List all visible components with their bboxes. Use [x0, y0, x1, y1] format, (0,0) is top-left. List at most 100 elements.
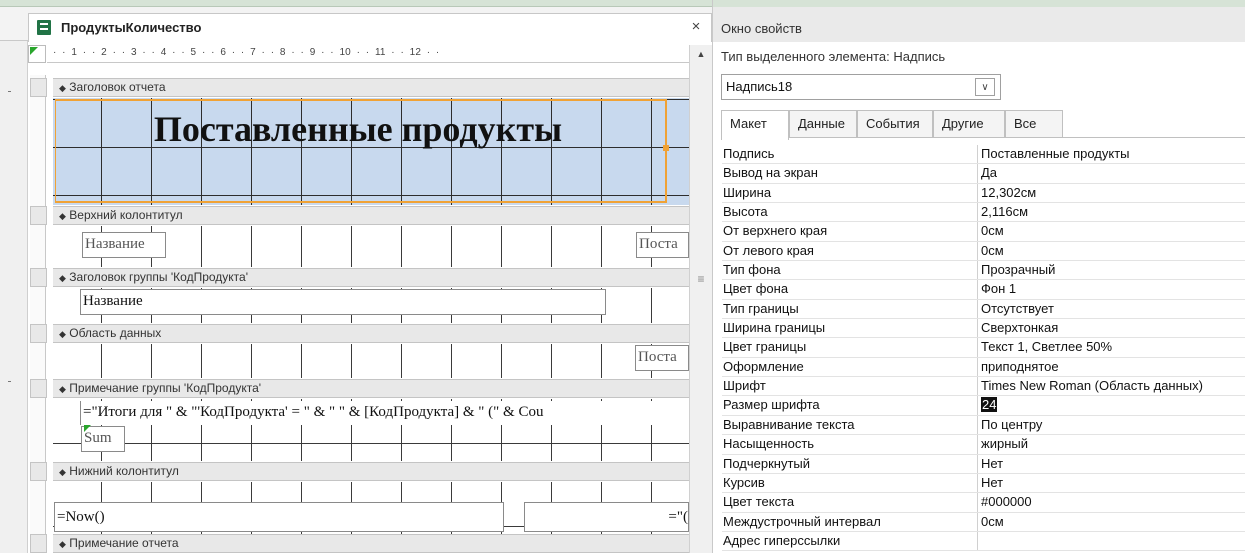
property-sheet-title: Окно свойств	[721, 21, 802, 36]
page-header-right-label[interactable]: Поста	[636, 232, 689, 258]
property-value[interactable]	[980, 532, 1245, 550]
group-header-name-field[interactable]: Название	[80, 289, 606, 315]
section-page-footer[interactable]: ◆ Нижний колонтитул	[30, 462, 689, 481]
horizontal-ruler[interactable]: · · 1 · · 2 · · 3 · · 4 · · 5 · · 6 · · …	[47, 45, 689, 63]
property-row[interactable]: Адрес гиперссылки	[722, 531, 1245, 552]
property-name: Курсив	[722, 473, 978, 493]
vertical-scrollbar[interactable]: ▲ ≡	[689, 45, 712, 553]
section-marker-icon: ◆	[59, 83, 66, 93]
section-selector[interactable]	[30, 268, 47, 287]
close-icon[interactable]: ×	[688, 18, 704, 35]
resize-handle[interactable]	[663, 145, 669, 151]
property-row[interactable]: Междустрочный интервал 0см	[722, 512, 1245, 532]
error-indicator-icon[interactable]	[84, 425, 91, 432]
property-value[interactable]: приподнятое	[980, 358, 1245, 376]
property-value-font-size[interactable]: 24	[980, 396, 1245, 414]
property-value[interactable]: Отсутствует	[980, 300, 1245, 318]
property-row[interactable]: Шрифт Times New Roman (Область данных)	[722, 377, 1245, 397]
property-row[interactable]: Выравнивание текста По центру	[722, 415, 1245, 436]
property-value[interactable]: 0см	[980, 242, 1245, 260]
report-title-label[interactable]: Поставленные продукты	[66, 108, 650, 150]
property-row[interactable]: Тип фона Прозрачный	[722, 261, 1245, 281]
vertical-ruler[interactable]	[30, 75, 46, 553]
section-selector[interactable]	[30, 78, 47, 97]
property-value[interactable]: жирный	[980, 435, 1245, 453]
object-select-value: Надпись18	[726, 79, 793, 94]
property-row[interactable]: Оформление приподнятое	[722, 357, 1245, 378]
property-name: Цвет границы	[722, 338, 978, 357]
property-grid: Подпись Поставленные продукты Вывод на эк…	[722, 145, 1245, 552]
splitter-grip-icon[interactable]: ≡	[695, 273, 707, 285]
section-report-footer[interactable]: ◆ Примечание отчета	[30, 534, 689, 553]
property-value[interactable]: Прозрачный	[980, 261, 1245, 279]
page-footer-now-field[interactable]: =Now()	[54, 502, 504, 532]
report-selector[interactable]	[28, 45, 46, 63]
section-page-header[interactable]: ◆ Верхний колонтитул	[30, 206, 689, 225]
property-row[interactable]: Цвет текста #000000	[722, 493, 1245, 513]
property-value[interactable]: Поставленные продукты	[980, 145, 1245, 163]
section-detail[interactable]: ◆ Область данных	[30, 324, 689, 343]
chevron-down-icon[interactable]: ∨	[975, 78, 995, 96]
property-value[interactable]: #000000	[980, 493, 1245, 511]
property-row[interactable]: Цвет фона Фон 1	[722, 280, 1245, 300]
property-name: Вывод на экран	[722, 164, 978, 183]
property-row[interactable]: Подчеркнутый Нет	[722, 454, 1245, 474]
tab-data[interactable]: Данные	[789, 110, 857, 138]
section-label: Заголовок отчета	[69, 80, 166, 94]
property-value[interactable]: Times New Roman (Область данных)	[980, 377, 1245, 395]
property-value[interactable]: Сверхтонкая	[980, 319, 1245, 337]
detail-right-field[interactable]: Поста	[635, 345, 689, 371]
property-value[interactable]: 12,302см	[980, 184, 1245, 202]
property-value[interactable]: 0см	[980, 513, 1245, 531]
section-marker-icon: ◆	[59, 329, 66, 339]
property-row[interactable]: Тип границы Отсутствует	[722, 299, 1245, 320]
group-footer-expression[interactable]: ="Итоги для " & "'КодПродукта' = " & " "…	[80, 401, 689, 425]
tab-other[interactable]: Другие	[933, 110, 1005, 138]
property-row[interactable]: Ширина границы Сверхтонкая	[722, 319, 1245, 339]
section-label: Примечание отчета	[69, 536, 179, 550]
scroll-up-icon[interactable]: ▲	[693, 47, 709, 61]
document-tabbar: ПродуктыКоличество ×	[0, 7, 712, 42]
property-row[interactable]: Вывод на экран Да	[722, 164, 1245, 184]
section-selector[interactable]	[30, 534, 47, 553]
property-value[interactable]: 2,116см	[980, 203, 1245, 221]
tab-layout[interactable]: Макет	[721, 110, 789, 140]
property-row[interactable]: Высота 2,116см	[722, 203, 1245, 223]
property-value[interactable]: Нет	[980, 455, 1245, 473]
section-label: Область данных	[69, 326, 162, 340]
property-row[interactable]: От верхнего края 0см	[722, 222, 1245, 242]
property-value[interactable]: Текст 1, Светлее 50%	[980, 338, 1245, 356]
property-row[interactable]: Размер шрифта 24	[722, 396, 1245, 416]
property-value[interactable]: Да	[980, 164, 1245, 182]
page-footer-right-field[interactable]: ="(	[524, 502, 689, 532]
section-label: Примечание группы 'КодПродукта'	[69, 381, 262, 395]
property-value[interactable]: 0см	[980, 222, 1245, 240]
section-report-header[interactable]: ◆ Заголовок отчета	[30, 78, 689, 97]
section-selector[interactable]	[30, 206, 47, 225]
document-tab[interactable]: ПродуктыКоличество ×	[28, 13, 712, 42]
detail-area[interactable]	[53, 344, 689, 378]
property-row[interactable]: От левого края 0см	[722, 241, 1245, 262]
tab-all[interactable]: Все	[1005, 110, 1063, 138]
selected-value-text[interactable]: 24	[981, 397, 998, 413]
tab-events[interactable]: События	[857, 110, 933, 138]
section-selector[interactable]	[30, 324, 47, 343]
section-group-header[interactable]: ◆ Заголовок группы 'КодПродукта'	[30, 268, 689, 287]
section-marker-icon: ◆	[59, 384, 66, 394]
ruler-marks: · · 1 · · 2 · · 3 · · 4 · · 5 · · 6 · · …	[53, 47, 440, 58]
property-value[interactable]: Фон 1	[980, 280, 1245, 298]
navigation-edge	[0, 41, 28, 553]
property-row[interactable]: Ширина 12,302см	[722, 183, 1245, 204]
page-header-name-label[interactable]: Название	[82, 232, 166, 258]
property-row[interactable]: Подпись Поставленные продукты	[722, 145, 1245, 165]
property-value[interactable]: По центру	[980, 416, 1245, 434]
object-select-dropdown[interactable]: Надпись18 ∨	[721, 74, 1001, 100]
section-selector[interactable]	[30, 379, 47, 398]
property-value[interactable]: Нет	[980, 474, 1245, 492]
section-selector[interactable]	[30, 462, 47, 481]
property-row[interactable]: Цвет границы Текст 1, Светлее 50%	[722, 338, 1245, 358]
property-row[interactable]: Насыщенность жирный	[722, 435, 1245, 455]
property-row[interactable]: Курсив Нет	[722, 473, 1245, 494]
property-name: Высота	[722, 203, 978, 222]
section-group-footer[interactable]: ◆ Примечание группы 'КодПродукта'	[30, 379, 689, 398]
